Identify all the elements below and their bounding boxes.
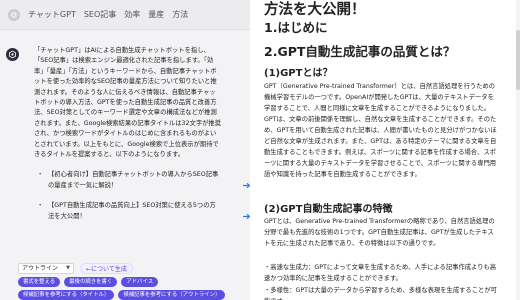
title-suggestion[interactable]: ・ 【GPT自動生成記事の品質向上】SEO対策に使える5つの方法を大公開！ bbox=[34, 201, 250, 222]
insert-arrow-icon[interactable] bbox=[242, 182, 250, 190]
chevron-down-icon: ▼ bbox=[66, 264, 70, 271]
chip-advice[interactable]: アドバイス bbox=[121, 277, 159, 287]
paragraph-feature-diversity: ・多様性：GPTは大量のデータから学習するため、多様な表現を生成することが可能で… bbox=[264, 287, 497, 300]
query-bar: チャットGPT SEO記事 効率 量産 方法 bbox=[0, 0, 250, 30]
generation-controls: アウトライン ▼ ←について生成 bbox=[18, 262, 133, 274]
settings-icon[interactable] bbox=[8, 8, 20, 21]
generate-button[interactable]: ←について生成 bbox=[80, 262, 133, 274]
article-pane: 方法を大公開！ 1.はじめに 2.GPT自動生成記事の品質とは？ (1)GPTと… bbox=[250, 0, 520, 300]
mode-select[interactable]: アウトライン ▼ bbox=[18, 262, 74, 274]
subheading-feature: (2)GPT自動生成記事の特徴 bbox=[264, 204, 393, 215]
mode-select-value: アウトライン bbox=[22, 264, 59, 272]
chat-pane: チャットGPT SEO記事 効率 量産 方法 「チャットGPT」はAIによる自動… bbox=[0, 0, 250, 300]
message-text: 「チャットGPT」はAIによる自動生成チャットボットを指し、「SEO記事」は検索… bbox=[34, 47, 222, 159]
scrollbar-thumb[interactable] bbox=[516, 30, 520, 90]
action-chips: 書式を整える 最後の続きを書く アドバイス 候補記事を参考にする（タイトル） 候… bbox=[18, 277, 228, 300]
title-suggestion[interactable]: ・ 【初心者向け】自動記事チャットボットの導入からSEO記事の量産まで一気に解説… bbox=[34, 170, 250, 191]
heading-quality: 2.GPT自動生成記事の品質とは？ bbox=[264, 44, 456, 59]
chip-continue[interactable]: 最後の続きを書く bbox=[64, 277, 118, 287]
chip-ref-title[interactable]: 候補記事を参考にする（タイトル） bbox=[18, 290, 115, 300]
paragraph-gpt: GPT（Generative Pre-trained Transformer）と… bbox=[264, 83, 497, 178]
title-suggestion-text: 【初心者向け】自動記事チャットボットの導入からSEO記事の量産まで一気に解説！ bbox=[48, 171, 219, 189]
heading-intro: 1.はじめに bbox=[264, 20, 328, 35]
assistant-avatar-icon bbox=[6, 48, 19, 61]
insert-arrow-icon[interactable] bbox=[242, 213, 250, 221]
chip-format[interactable]: 書式を整える bbox=[18, 277, 61, 287]
subheading-gpt: (1)GPTとは？ bbox=[264, 68, 333, 79]
query-keywords: チャットGPT SEO記事 効率 量産 方法 bbox=[28, 10, 189, 19]
paragraph-feature-speed: ・高速な生成力：GPTによって文章を生成するため、人手による記事作成よりも高速か… bbox=[264, 264, 497, 282]
title-suggestion-text: 【GPT自動生成記事の品質向上】SEO対策に使える5つの方法を大公開！ bbox=[48, 202, 216, 220]
chip-ref-outline[interactable]: 候補記事を参考にする（アウトライン） bbox=[118, 290, 226, 300]
paragraph-feature: GPTとは、Generative Pre-trained Transformer… bbox=[264, 218, 495, 247]
assistant-message: 「チャットGPT」はAIによる自動生成チャットボットを指し、「SEO記事」は検索… bbox=[0, 46, 250, 232]
article-scrollbar[interactable] bbox=[516, 0, 520, 300]
